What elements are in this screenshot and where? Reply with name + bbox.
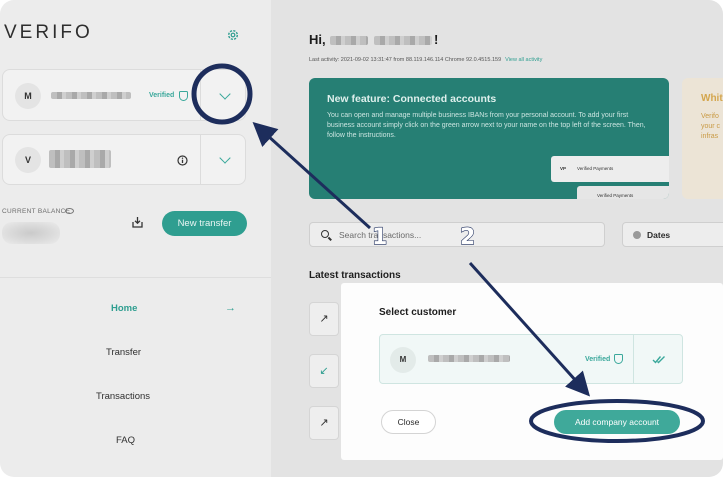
mini-account-card: VP Verified Payments: [551, 156, 669, 182]
nav-item-transfer[interactable]: Transfer: [106, 347, 141, 358]
select-customer-modal: Select customer M Verified Close Add com…: [341, 283, 723, 460]
avatar: M: [15, 83, 41, 109]
customer-name-redacted: [428, 355, 510, 362]
calendar-icon: [633, 231, 641, 239]
banner2-line: your c: [701, 123, 721, 130]
shield-icon: [614, 354, 623, 364]
banner-title: New feature: Connected accounts: [327, 93, 497, 105]
balance-value-redacted: [2, 222, 60, 244]
divider: [200, 135, 201, 184]
avatar: V: [15, 147, 41, 173]
shield-icon: [179, 91, 188, 101]
verified-label: Verified: [149, 92, 175, 99]
download-icon[interactable]: [132, 216, 143, 228]
transaction-row-icon[interactable]: ↗: [309, 302, 339, 336]
verifo-logo: VERIFO: [4, 22, 93, 43]
banner2-line: Verifo: [701, 113, 719, 120]
account-name-redacted: [51, 92, 131, 99]
current-balance-label: CURRENT BALANCE: [2, 208, 71, 215]
arrow-right-icon: →: [225, 302, 236, 314]
eye-icon[interactable]: [65, 208, 74, 214]
nav-item-transactions[interactable]: Transactions: [96, 391, 150, 402]
nav-item-home[interactable]: Home: [111, 303, 137, 314]
last-activity-text: Last activity: 2021-09-02 13:31:47 from …: [309, 57, 502, 63]
user-name-redacted: [330, 36, 368, 45]
chevron-down-icon[interactable]: [219, 152, 231, 164]
search-input[interactable]: Search transactions...: [309, 222, 605, 247]
account-card-v[interactable]: V: [2, 134, 246, 185]
mini-account-card: Verified Payments: [577, 186, 669, 199]
latest-transactions-title: Latest transactions: [309, 270, 401, 281]
greeting: Hi,: [309, 32, 326, 47]
banner2-title: Whit: [701, 93, 723, 104]
nav-item-faq[interactable]: FAQ: [116, 435, 135, 446]
info-icon[interactable]: [177, 155, 188, 166]
double-check-icon: [652, 356, 665, 364]
mini-card-initial: VP: [560, 166, 567, 171]
banner2-text: Verifo your c infras: [701, 112, 720, 142]
sidebar: VERIFO M Verified V CURRENT BALANCE New …: [0, 0, 271, 477]
divider: [200, 70, 201, 120]
divider: [0, 277, 271, 278]
last-activity: Last activity: 2021-09-02 13:31:47 from …: [309, 57, 542, 63]
new-transfer-button[interactable]: New transfer: [162, 211, 247, 236]
mini-card-label: Verified Payments: [577, 166, 614, 171]
search-placeholder: Search transactions...: [339, 230, 422, 240]
dates-label: Dates: [647, 230, 671, 240]
add-company-account-button[interactable]: Add company account: [554, 410, 680, 434]
app-window: VERIFO M Verified V CURRENT BALANCE New …: [0, 0, 723, 477]
customer-option[interactable]: M Verified: [379, 334, 683, 384]
connected-accounts-banner: New feature: Connected accounts You can …: [309, 78, 669, 199]
banner2-line: infras: [701, 133, 719, 140]
transaction-row-icon[interactable]: ↗: [309, 406, 339, 440]
secondary-banner: Whit Verifo your c infras: [682, 78, 723, 199]
dates-filter[interactable]: Dates: [622, 222, 723, 247]
view-all-activity-link[interactable]: View all activity: [505, 57, 542, 63]
gear-icon[interactable]: [226, 28, 240, 42]
close-button[interactable]: Close: [381, 410, 436, 434]
transaction-row-icon[interactable]: ↙: [309, 354, 339, 388]
banner-text: You can open and manage multiple busines…: [327, 112, 646, 139]
mini-card-label: Verified Payments: [597, 193, 634, 198]
chevron-down-icon[interactable]: [219, 88, 231, 100]
account-card-m[interactable]: M Verified: [2, 69, 246, 121]
verified-label: Verified: [585, 356, 611, 363]
search-icon: [321, 230, 329, 238]
avatar: M: [390, 347, 416, 373]
modal-title: Select customer: [379, 307, 457, 318]
account-name-redacted: [49, 150, 111, 168]
divider: [633, 335, 634, 383]
user-name-redacted: [374, 36, 432, 45]
greeting-end: !: [434, 32, 439, 47]
